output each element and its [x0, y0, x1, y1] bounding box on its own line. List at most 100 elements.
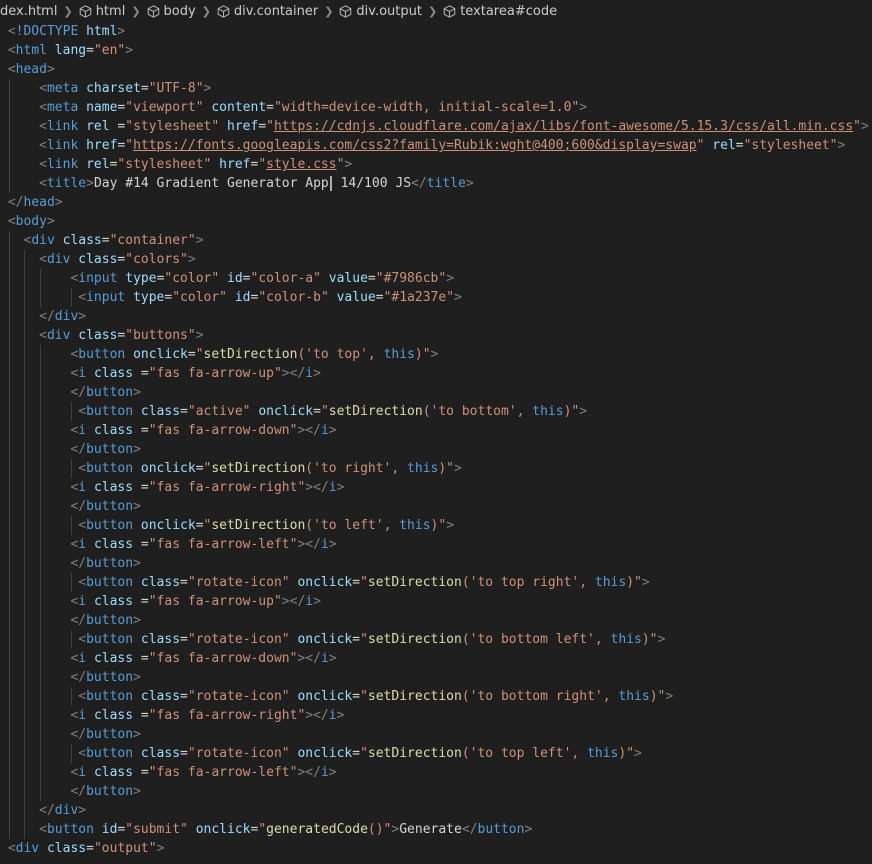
- code-token: class: [93, 423, 134, 438]
- indent-guide: [40, 421, 42, 440]
- code-line[interactable]: </button>: [0, 668, 872, 687]
- code-line[interactable]: </button>: [0, 383, 872, 402]
- code-line[interactable]: <i class ="fas fa-arrow-left"></i>: [0, 763, 872, 782]
- code-area[interactable]: <!DOCTYPE html> <html lang="en"> <head> …: [0, 22, 872, 858]
- code-line[interactable]: <link rel ="stylesheet" href="https://cd…: [0, 117, 872, 136]
- code-token: >: [133, 727, 141, 742]
- code-line[interactable]: </div>: [0, 801, 872, 820]
- code-token: (: [305, 461, 314, 476]
- breadcrumb-item[interactable]: div.output: [339, 4, 422, 19]
- code-line[interactable]: <button class="rotate-icon" onclick="set…: [0, 630, 872, 649]
- code-token: =: [140, 81, 149, 96]
- breadcrumb-item[interactable]: textarea#code: [443, 4, 557, 19]
- code-token: >: [156, 841, 165, 856]
- indent-guide: [8, 459, 10, 478]
- code-line[interactable]: </button>: [0, 782, 872, 801]
- code-line[interactable]: <div class="buttons">: [0, 326, 872, 345]
- code-line[interactable]: <button class="rotate-icon" onclick="set…: [0, 744, 872, 763]
- code-token: =: [133, 651, 149, 666]
- code-line[interactable]: <div class="container">: [0, 231, 872, 250]
- code-line[interactable]: <button id="submit" onclick="generatedCo…: [0, 820, 872, 839]
- code-line[interactable]: <button onclick="setDirection('to top', …: [0, 345, 872, 364]
- code-line[interactable]: <i class ="fas fa-arrow-down"></i>: [0, 421, 872, 440]
- code-editor[interactable]: dex.html ❯ html ❯ body ❯ div.container ❯ div.out…: [0, 0, 872, 864]
- code-line[interactable]: </div>: [0, 307, 872, 326]
- breadcrumb-label: dex.html: [0, 3, 58, 19]
- code-line[interactable]: <i class ="fas fa-arrow-left"></i>: [0, 535, 872, 554]
- code-line[interactable]: <button class="rotate-icon" onclick="set…: [0, 687, 872, 706]
- code-token: >: [203, 81, 212, 96]
- code-line[interactable]: <!DOCTYPE html>: [0, 22, 872, 41]
- code-line[interactable]: <body>: [0, 212, 872, 231]
- code-line[interactable]: <link href = "https://fonts.googleapis.com…: [0, 136, 872, 155]
- code-token: <: [39, 822, 47, 837]
- code-line[interactable]: <i class ="fas fa-arrow-right"></i>: [0, 706, 872, 725]
- code-line[interactable]: <input type="color" id="color-b" value="…: [0, 288, 872, 307]
- code-line[interactable]: <div class="colors">: [0, 250, 872, 269]
- code-token: body: [15, 214, 47, 229]
- code-token: =: [195, 518, 204, 533]
- code-token: "#1a237e": [383, 290, 455, 305]
- code-token: >: [328, 423, 337, 438]
- code-line[interactable]: <html lang="en">: [0, 41, 872, 60]
- code-token: title: [426, 176, 466, 191]
- breadcrumb-item[interactable]: body: [147, 4, 196, 19]
- indent-guide: [40, 744, 42, 763]
- code-token: class: [93, 651, 134, 666]
- code-line[interactable]: <meta name="viewport" content="width=dev…: [0, 98, 872, 117]
- breadcrumb-item[interactable]: div.container: [217, 4, 318, 19]
- code-line[interactable]: <i class ="fas fa-arrow-right"></i>: [0, 478, 872, 497]
- code-line[interactable]: <button onclick="setDirection('to left',…: [0, 516, 872, 535]
- indent-guide: [8, 554, 10, 573]
- code-token: button: [46, 822, 94, 837]
- indent-guide: [8, 364, 10, 383]
- code-line[interactable]: <input type="color" id="color-a" value="…: [0, 269, 872, 288]
- code-token: setDirection: [203, 347, 298, 362]
- code-token: class: [140, 575, 181, 590]
- code-line[interactable]: <i class ="fas fa-arrow-up"></i>: [0, 592, 872, 611]
- code-token: i: [78, 708, 87, 723]
- code-line[interactable]: <i class ="fas fa-arrow-down"></i>: [0, 649, 872, 668]
- code-token: style.css: [266, 157, 337, 172]
- code-line[interactable]: </button>: [0, 497, 872, 516]
- code-token: ,: [391, 461, 408, 476]
- code-token: i: [328, 480, 337, 495]
- code-line[interactable]: </button>: [0, 554, 872, 573]
- code-line[interactable]: <button onclick="setDirection('to right'…: [0, 459, 872, 478]
- code-line[interactable]: <button class="active" onclick="setDirec…: [0, 402, 872, 421]
- breadcrumb-item[interactable]: dex.html: [0, 4, 57, 19]
- code-token: </: [70, 670, 87, 685]
- code-token: ": [266, 119, 274, 134]
- breadcrumb-item[interactable]: html: [79, 4, 125, 19]
- code-line[interactable]: <head>: [0, 60, 872, 79]
- code-line[interactable]: <i class ="fas fa-arrow-up"></i>: [0, 364, 872, 383]
- indent-guide: [40, 649, 42, 668]
- code-token: button: [86, 784, 134, 799]
- code-line[interactable]: <meta charset="UTF-8">: [0, 79, 872, 98]
- code-line[interactable]: </head>: [0, 193, 872, 212]
- code-token: this: [407, 461, 439, 476]
- code-token: >: [133, 385, 141, 400]
- indent-guide: [24, 782, 26, 801]
- code-line[interactable]: </button>: [0, 440, 872, 459]
- code-token: div: [46, 328, 71, 343]
- code-token: this: [532, 404, 564, 419]
- code-line[interactable]: <div class="output">: [0, 839, 872, 858]
- code-line[interactable]: <button class="rotate-icon" onclick="set…: [0, 573, 872, 592]
- code-line[interactable]: <title>Day #14 Gradient Generator App 14…: [0, 174, 872, 193]
- indent-guide: [40, 364, 42, 383]
- code-line[interactable]: </button>: [0, 725, 872, 744]
- code-line[interactable]: <link rel="stylesheet" href="style.css">: [0, 155, 872, 174]
- code-line[interactable]: </button>: [0, 611, 872, 630]
- indent-guide: [24, 801, 26, 820]
- indent-guide: [71, 687, 73, 706]
